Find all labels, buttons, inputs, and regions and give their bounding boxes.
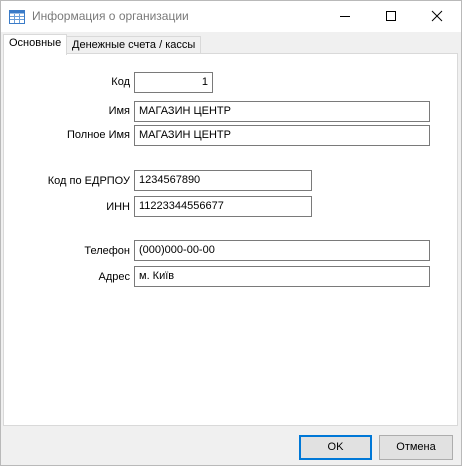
address-label: Адрес	[98, 271, 131, 283]
address-field[interactable]: м. Київ	[134, 266, 430, 287]
dialog-window: Информация о организации Основные Денежн…	[0, 0, 462, 466]
maximize-button[interactable]	[369, 1, 415, 32]
name-label: Имя	[108, 105, 130, 117]
full-name-field[interactable]: МАГАЗИН ЦЕНТР	[134, 125, 430, 146]
edrpou-field[interactable]: 1234567890	[134, 170, 312, 191]
tab-cash-accounts[interactable]: Денежные счета / кассы	[66, 36, 202, 54]
tab-strip: Основные Денежные счета / кассы	[1, 32, 461, 55]
close-button[interactable]	[415, 1, 461, 32]
code-label: Код	[111, 76, 130, 88]
edrpou-label: Код по ЕДРПОУ	[47, 175, 130, 187]
cancel-button[interactable]: Отмена	[379, 435, 453, 460]
phone-field[interactable]: (000)000-00-00	[134, 240, 430, 261]
code-field[interactable]: 1	[134, 72, 213, 93]
maximize-icon	[386, 11, 396, 21]
tab-main[interactable]: Основные	[3, 34, 68, 55]
minimize-icon	[340, 16, 350, 17]
inn-label: ИНН	[106, 201, 130, 213]
tab-panel-main: Код 1 Имя МАГАЗИН ЦЕНТР Полное Имя МАГАЗ…	[3, 53, 458, 426]
minimize-button[interactable]	[323, 1, 369, 32]
close-icon	[431, 10, 443, 22]
name-field[interactable]: МАГАЗИН ЦЕНТР	[134, 101, 430, 122]
phone-label: Телефон	[84, 245, 130, 257]
full-name-label: Полное Имя	[67, 129, 130, 141]
title-bar[interactable]: Информация о организации	[1, 1, 461, 32]
ok-button[interactable]: OK	[299, 435, 372, 460]
window-title: Информация о организации	[32, 9, 189, 23]
inn-field[interactable]: 11223344556677	[134, 196, 312, 217]
table-window-icon	[9, 9, 25, 25]
